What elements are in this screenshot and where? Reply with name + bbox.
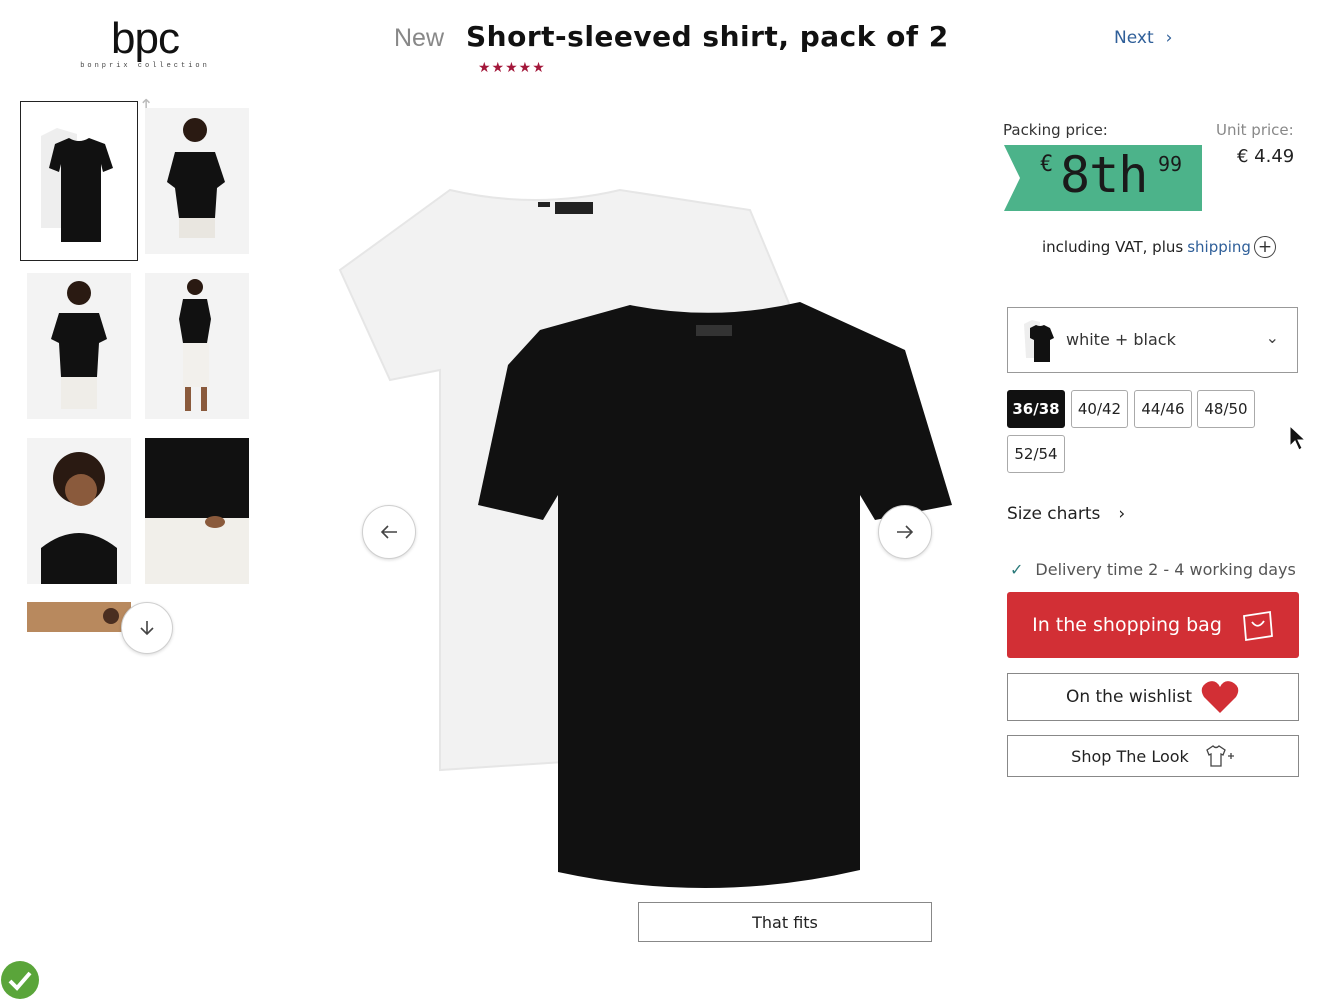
chevron-right-icon: › (1118, 504, 1126, 524)
thumbnail-image-back (51, 281, 107, 409)
thumbnail-image-portrait (41, 452, 117, 584)
product-image-shirts (338, 188, 952, 889)
shirt-plus-icon (1206, 745, 1234, 767)
product-title: Short-sleeved shirt, pack of 2 (466, 20, 949, 53)
chevron-down-icon: ⌄ (1265, 328, 1279, 347)
price-main: 8th (1060, 146, 1148, 204)
delivery-info: ✓ Delivery time 2 - 4 working days (1010, 560, 1296, 579)
next-image-button[interactable] (878, 505, 932, 559)
thumbnail-image-model (167, 118, 225, 238)
price-currency: € (1040, 152, 1054, 177)
arrow-left-icon (380, 525, 397, 539)
next-product-link[interactable]: Next › (1114, 28, 1172, 48)
chevron-right-icon: › (1165, 28, 1173, 48)
arrow-down-icon (140, 621, 154, 636)
thumbnail-image-shirts (41, 128, 113, 242)
thumbnail-5[interactable] (27, 438, 131, 584)
size-option-40-42[interactable]: 40/42 (1071, 390, 1128, 428)
shipping-link[interactable]: shipping (1187, 238, 1251, 256)
wishlist-label: On the wishlist (1065, 687, 1193, 707)
shop-the-look-button[interactable]: Shop The Look (1007, 735, 1299, 777)
brand-logo[interactable]: bpc bonprix collection (60, 14, 230, 70)
green-check-icon (1, 961, 39, 999)
arrow-right-icon (897, 525, 914, 539)
color-select-value: white + black (1066, 330, 1176, 349)
logo-text: bpc (111, 14, 180, 63)
price-cents: 99 (1158, 152, 1183, 176)
size-charts-label: Size charts (1007, 504, 1101, 524)
plus-circle-icon[interactable]: + (1254, 236, 1276, 258)
thumbnail-7[interactable] (27, 602, 131, 632)
thumbnail-3[interactable] (27, 273, 131, 419)
packing-price-label: Packing price: (1003, 121, 1108, 139)
thumbnail-1[interactable] (20, 101, 138, 261)
shop-the-look-label: Shop The Look (1071, 746, 1189, 766)
thumbnail-2[interactable] (145, 108, 249, 254)
that-fits-button[interactable]: That fits (638, 902, 932, 942)
unit-price-label: Unit price: (1216, 121, 1294, 139)
thumbnails-down-button[interactable] (121, 602, 173, 654)
unit-price-value: € 4.49 (1237, 146, 1295, 167)
next-label: Next (1114, 28, 1154, 48)
add-to-bag-button[interactable]: In the shopping bag (1007, 592, 1299, 658)
heart-icon (1201, 681, 1239, 713)
size-option-52-54[interactable]: 52/54 (1007, 435, 1065, 473)
thumbnail-image-full-body (179, 279, 211, 411)
thumbnail-image-partial (27, 602, 131, 632)
thumbnail-image-detail (145, 438, 249, 584)
check-icon: ✓ (1010, 560, 1024, 579)
logo-subtext: bonprix collection (80, 62, 210, 70)
size-charts-link[interactable]: Size charts › (1007, 504, 1125, 524)
thumbnail-4[interactable] (145, 273, 249, 419)
new-label: New (394, 24, 445, 52)
size-option-44-46[interactable]: 44/46 (1134, 390, 1192, 428)
main-product-image[interactable] (330, 150, 970, 910)
thumbnail-6[interactable] (145, 438, 249, 584)
add-to-bag-label: In the shopping bag (1032, 614, 1222, 636)
shopping-bag-icon (1242, 610, 1273, 642)
rating-stars[interactable]: ★★★★★ (478, 60, 546, 76)
mouse-cursor-icon (1289, 424, 1307, 451)
delivery-text: Delivery time 2 - 4 working days (1035, 560, 1296, 579)
shirt-swatch-icon (1024, 320, 1054, 362)
wishlist-button[interactable]: On the wishlist (1007, 673, 1299, 721)
vat-note: including VAT, plus shipping (1042, 238, 1251, 256)
previous-image-button[interactable] (362, 505, 416, 559)
color-select[interactable]: white + black ⌄ (1007, 307, 1298, 373)
size-option-36-38[interactable]: 36/38 (1007, 390, 1065, 428)
size-option-48-50[interactable]: 48/50 (1197, 390, 1255, 428)
vat-text: including VAT, plus (1042, 238, 1184, 256)
